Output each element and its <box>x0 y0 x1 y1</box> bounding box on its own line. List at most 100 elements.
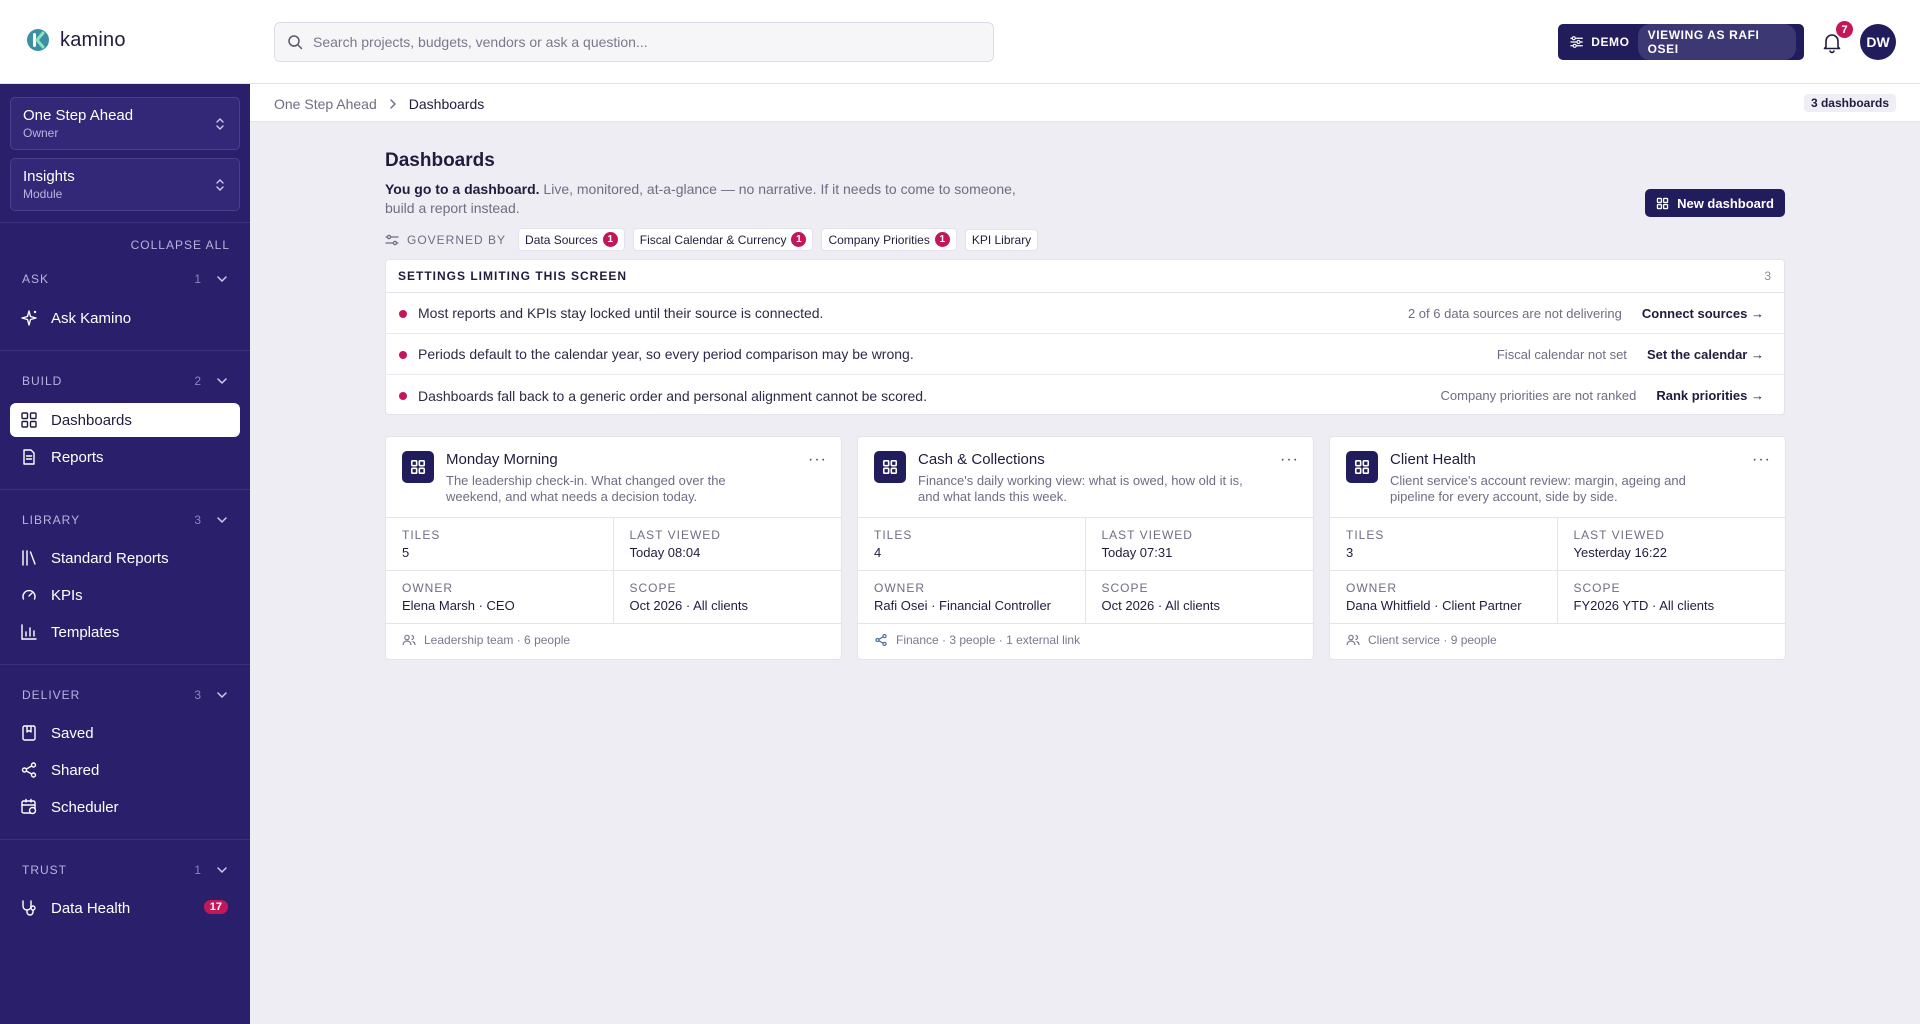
app-name: kamino <box>60 28 126 51</box>
owner-value: Dana Whitfield · Client Partner <box>1346 598 1522 613</box>
governed-chip-data-sources[interactable]: Data Sources 1 <box>518 228 625 251</box>
collapse-all-button[interactable]: COLLAPSE ALL <box>131 238 230 252</box>
more-options-icon[interactable]: ··· <box>1752 451 1771 469</box>
settings-row-actions: Fiscal calendar not set Set the calendar… <box>1497 347 1764 362</box>
last-viewed-label: LAST VIEWED <box>1573 528 1665 542</box>
sidebar-item-kpis[interactable]: KPIs <box>10 578 240 612</box>
scope-label: SCOPE <box>1573 581 1621 595</box>
dashboard-grid-icon <box>21 412 37 428</box>
settings-row-actions: Company priorities are not ranked Rank p… <box>1441 388 1764 403</box>
dashboard-card-cash-collections[interactable]: Cash & Collections Finance's daily worki… <box>857 436 1314 660</box>
sidebar-item-reports[interactable]: Reports <box>10 440 240 474</box>
settings-panel-count: 3 <box>1764 269 1772 283</box>
dashboard-grid-icon <box>874 451 906 483</box>
card-description: Client service's account review: margin,… <box>1390 473 1686 504</box>
chevron-down-icon <box>217 517 227 524</box>
search-icon <box>288 35 303 50</box>
section-count: 2 <box>194 374 202 388</box>
section-ask-header[interactable]: ASK 1 <box>22 272 228 288</box>
rank-priorities-link[interactable]: Rank priorities → <box>1656 388 1764 403</box>
arrow-right-icon: → <box>1751 305 1764 321</box>
bookmark-icon <box>22 725 36 741</box>
sidebar-item-ask-kamino[interactable]: Ask Kamino <box>10 301 240 335</box>
document-icon <box>23 449 35 465</box>
dashboard-card-monday-morning[interactable]: Monday Morning The leadership check-in. … <box>385 436 842 660</box>
section-label: LIBRARY <box>22 513 81 527</box>
sidebar-item-data-health[interactable]: Data Health 17 <box>10 891 240 925</box>
card-details: TILES 4 LAST VIEWED Today 07:31 OWNER Rafi … <box>858 517 1313 624</box>
more-options-icon[interactable]: ··· <box>808 451 827 469</box>
stethoscope-icon <box>22 900 36 916</box>
sidebar-item-label: Shared <box>51 761 100 779</box>
chevron-right-icon <box>390 99 396 109</box>
governed-chip-fiscal-calendar[interactable]: Fiscal Calendar & Currency 1 <box>632 228 814 251</box>
sidebar-item-templates[interactable]: Templates <box>10 615 240 649</box>
card-title: Monday Morning <box>446 451 558 468</box>
settings-row-actions: 2 of 6 data sources are not delivering C… <box>1408 306 1764 321</box>
section-library-header[interactable]: LIBRARY 3 <box>22 513 228 529</box>
sidebar-item-label: Ask Kamino <box>51 309 132 327</box>
sidebar-item-label: Scheduler <box>51 798 119 816</box>
settings-row: Dashboards fall back to a generic order … <box>386 375 1784 416</box>
connect-sources-link[interactable]: Connect sources → <box>1642 306 1764 321</box>
sidebar-divider <box>0 839 250 840</box>
arrow-right-icon: → <box>1751 346 1764 362</box>
new-dashboard-label: New dashboard <box>1677 195 1774 211</box>
sidebar-item-dashboards[interactable]: Dashboards <box>10 403 240 437</box>
card-footer-text: Leadership team · 6 people <box>424 633 571 647</box>
alert-dot <box>399 310 407 318</box>
governed-chip-kpi-library[interactable]: KPI Library <box>964 228 1039 251</box>
sidebar-item-label: Standard Reports <box>51 549 169 567</box>
share-icon <box>21 762 37 778</box>
card-description: Finance's daily working view: what is ow… <box>918 473 1243 504</box>
sidebar-item-label: Reports <box>51 448 104 466</box>
sidebar-item-scheduler[interactable]: Scheduler <box>10 790 240 824</box>
scope-value: Oct 2026 · All clients <box>629 598 749 613</box>
global-search[interactable] <box>274 22 994 62</box>
settings-row-text: Dashboards fall back to a generic order … <box>418 387 927 404</box>
chevron-up-down-icon <box>216 179 224 191</box>
section-deliver-header[interactable]: DELIVER 3 <box>22 688 228 704</box>
module-selector[interactable]: Insights Module <box>10 158 240 211</box>
chip-badge: 1 <box>791 232 807 247</box>
section-trust-header[interactable]: TRUST 1 <box>22 863 228 879</box>
more-options-icon[interactable]: ··· <box>1280 451 1299 469</box>
set-calendar-link[interactable]: Set the calendar → <box>1647 347 1764 362</box>
scope-value: FY2026 YTD · All clients <box>1573 598 1715 613</box>
settings-row-note: 2 of 6 data sources are not delivering <box>1407 305 1622 321</box>
card-title: Client Health <box>1390 451 1476 468</box>
sidebar-item-shared[interactable]: Shared <box>10 753 240 787</box>
arrow-right-icon: → <box>1751 388 1764 403</box>
dashboard-card-client-health[interactable]: Client Health Client service's account r… <box>1329 436 1786 660</box>
sidebar-item-standard-reports[interactable]: Standard Reports <box>10 541 240 575</box>
user-avatar[interactable]: DW <box>1860 24 1896 60</box>
calendar-clock-icon <box>21 798 37 815</box>
owner-label: OWNER <box>1346 581 1397 595</box>
breadcrumb-parent[interactable]: One Step Ahead <box>274 96 377 112</box>
tiles-value: 3 <box>1346 545 1354 560</box>
chip-label: Fiscal Calendar & Currency <box>639 232 787 247</box>
people-icon <box>402 634 416 646</box>
governed-chip-company-priorities[interactable]: Company Priorities 1 <box>821 228 957 251</box>
breadcrumb-bar: One Step Ahead Dashboards 3 dashboards <box>250 84 1920 122</box>
org-selector[interactable]: One Step Ahead Owner <box>10 97 240 150</box>
demo-mode-button[interactable]: DEMO VIEWING AS RAFI OSEI <box>1558 24 1804 60</box>
dashboard-grid-icon <box>1346 451 1378 483</box>
new-dashboard-button[interactable]: New dashboard <box>1645 189 1785 217</box>
sidebar-item-saved[interactable]: Saved <box>10 716 240 750</box>
governed-by-label: GOVERNED BY <box>407 232 507 247</box>
last-viewed-label: LAST VIEWED <box>1101 528 1193 542</box>
card-footer: Leadership team · 6 people <box>402 633 570 647</box>
gauge-icon <box>22 589 36 600</box>
settings-row-note: Fiscal calendar not set <box>1496 346 1627 362</box>
sidebar-divider <box>0 350 250 351</box>
card-footer: Finance · 3 people · 1 external link <box>874 633 1080 647</box>
settings-limiting-panel: SETTINGS LIMITING THIS SCREEN 3 Most rep… <box>385 259 1785 415</box>
chevron-down-icon <box>217 692 227 699</box>
section-build-header[interactable]: BUILD 2 <box>22 374 228 390</box>
card-footer: Client service · 9 people <box>1346 633 1497 647</box>
search-input[interactable] <box>313 34 993 50</box>
owner-label: OWNER <box>874 581 925 595</box>
last-viewed-value: Today 07:31 <box>1101 545 1173 560</box>
logo[interactable]: kamino <box>26 28 126 52</box>
